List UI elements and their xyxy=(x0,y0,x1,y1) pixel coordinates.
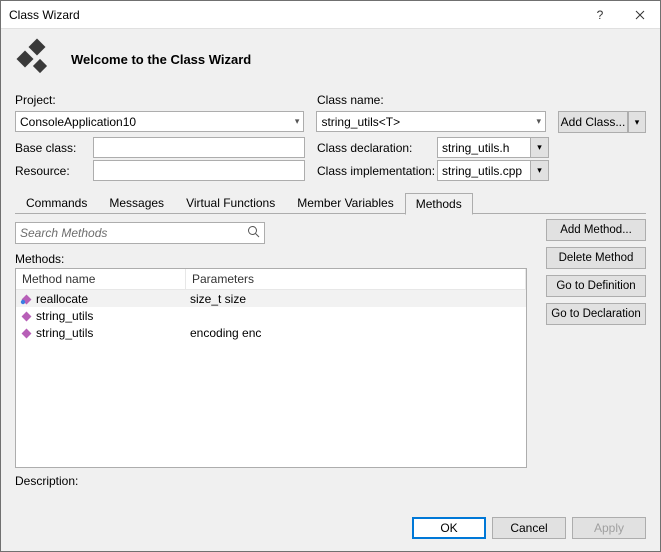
tab-methods[interactable]: Methods xyxy=(405,193,473,215)
class-wizard-dialog: Class Wizard ? Welcome to the Class Wiza… xyxy=(0,0,661,552)
help-button[interactable]: ? xyxy=(580,1,620,28)
project-combo[interactable]: ConsoleApplication10 ▾ xyxy=(15,111,304,132)
resource-field[interactable] xyxy=(93,160,305,181)
method-icon xyxy=(20,327,32,339)
add-class-button[interactable]: Add Class... xyxy=(558,111,628,133)
chevron-down-icon: ▾ xyxy=(295,116,300,127)
tab-messages[interactable]: Messages xyxy=(98,192,175,213)
search-placeholder: Search Methods xyxy=(20,226,107,240)
add-class-dropdown[interactable]: ▾ xyxy=(628,111,646,133)
class-implementation-label: Class implementation: xyxy=(317,164,435,178)
window-title: Class Wizard xyxy=(9,8,580,22)
table-row[interactable]: reallocate size_t size xyxy=(16,290,526,307)
welcome-heading: Welcome to the Class Wizard xyxy=(71,52,251,67)
side-buttons: Add Method... Delete Method Go to Defini… xyxy=(546,219,646,325)
cancel-button[interactable]: Cancel xyxy=(492,517,566,539)
class-implementation-dropdown[interactable]: ▾ xyxy=(531,160,549,181)
base-class-field[interactable] xyxy=(93,137,305,158)
class-name-value: string_utils<T> xyxy=(321,115,400,129)
search-methods-input[interactable]: Search Methods xyxy=(15,222,265,244)
titlebar: Class Wizard ? xyxy=(1,1,660,29)
add-class-split-button: Add Class... ▾ xyxy=(558,111,646,133)
table-row[interactable]: string_utils xyxy=(16,307,526,324)
col-method-name[interactable]: Method name xyxy=(16,269,186,289)
tab-virtual-functions[interactable]: Virtual Functions xyxy=(175,192,286,213)
class-implementation-field[interactable]: string_utils.cpp xyxy=(437,160,531,181)
apply-button: Apply xyxy=(572,517,646,539)
close-button[interactable] xyxy=(620,1,660,28)
base-class-label: Base class: xyxy=(15,141,76,155)
tab-commands[interactable]: Commands xyxy=(15,192,98,213)
class-declaration-field[interactable]: string_utils.h xyxy=(437,137,531,158)
form-area: Project: Class name: ConsoleApplication1… xyxy=(1,87,660,183)
tab-bar: Commands Messages Virtual Functions Memb… xyxy=(15,192,646,214)
tab-member-variables[interactable]: Member Variables xyxy=(286,192,404,213)
project-value: ConsoleApplication10 xyxy=(20,115,136,129)
go-to-declaration-button[interactable]: Go to Declaration xyxy=(546,303,646,325)
methods-grid: Method name Parameters reallocate size_t… xyxy=(15,268,527,468)
delete-method-button[interactable]: Delete Method xyxy=(546,247,646,269)
footer: OK Cancel Apply xyxy=(1,507,660,551)
table-row[interactable]: string_utils encoding enc xyxy=(16,324,526,341)
description-label: Description: xyxy=(15,474,646,488)
resource-label: Resource: xyxy=(15,164,70,178)
class-declaration-dropdown[interactable]: ▾ xyxy=(531,137,549,158)
ok-button[interactable]: OK xyxy=(412,517,486,539)
project-label: Project: xyxy=(15,93,305,107)
add-method-button[interactable]: Add Method... xyxy=(546,219,646,241)
class-declaration-label: Class declaration: xyxy=(317,141,412,155)
method-icon xyxy=(20,293,32,305)
close-icon xyxy=(635,10,645,20)
go-to-definition-button[interactable]: Go to Definition xyxy=(546,275,646,297)
header: Welcome to the Class Wizard xyxy=(1,29,660,87)
class-name-combo[interactable]: string_utils<T> ▾ xyxy=(316,111,546,132)
wizard-logo-icon xyxy=(13,37,57,81)
method-icon xyxy=(20,310,32,322)
titlebar-buttons: ? xyxy=(580,1,660,28)
chevron-down-icon: ▾ xyxy=(536,116,541,127)
col-parameters[interactable]: Parameters xyxy=(186,269,526,289)
grid-header: Method name Parameters xyxy=(16,269,526,290)
class-name-label: Class name: xyxy=(317,93,547,107)
search-icon xyxy=(247,225,260,241)
grid-body[interactable]: reallocate size_t size string_utils stri… xyxy=(16,290,526,467)
